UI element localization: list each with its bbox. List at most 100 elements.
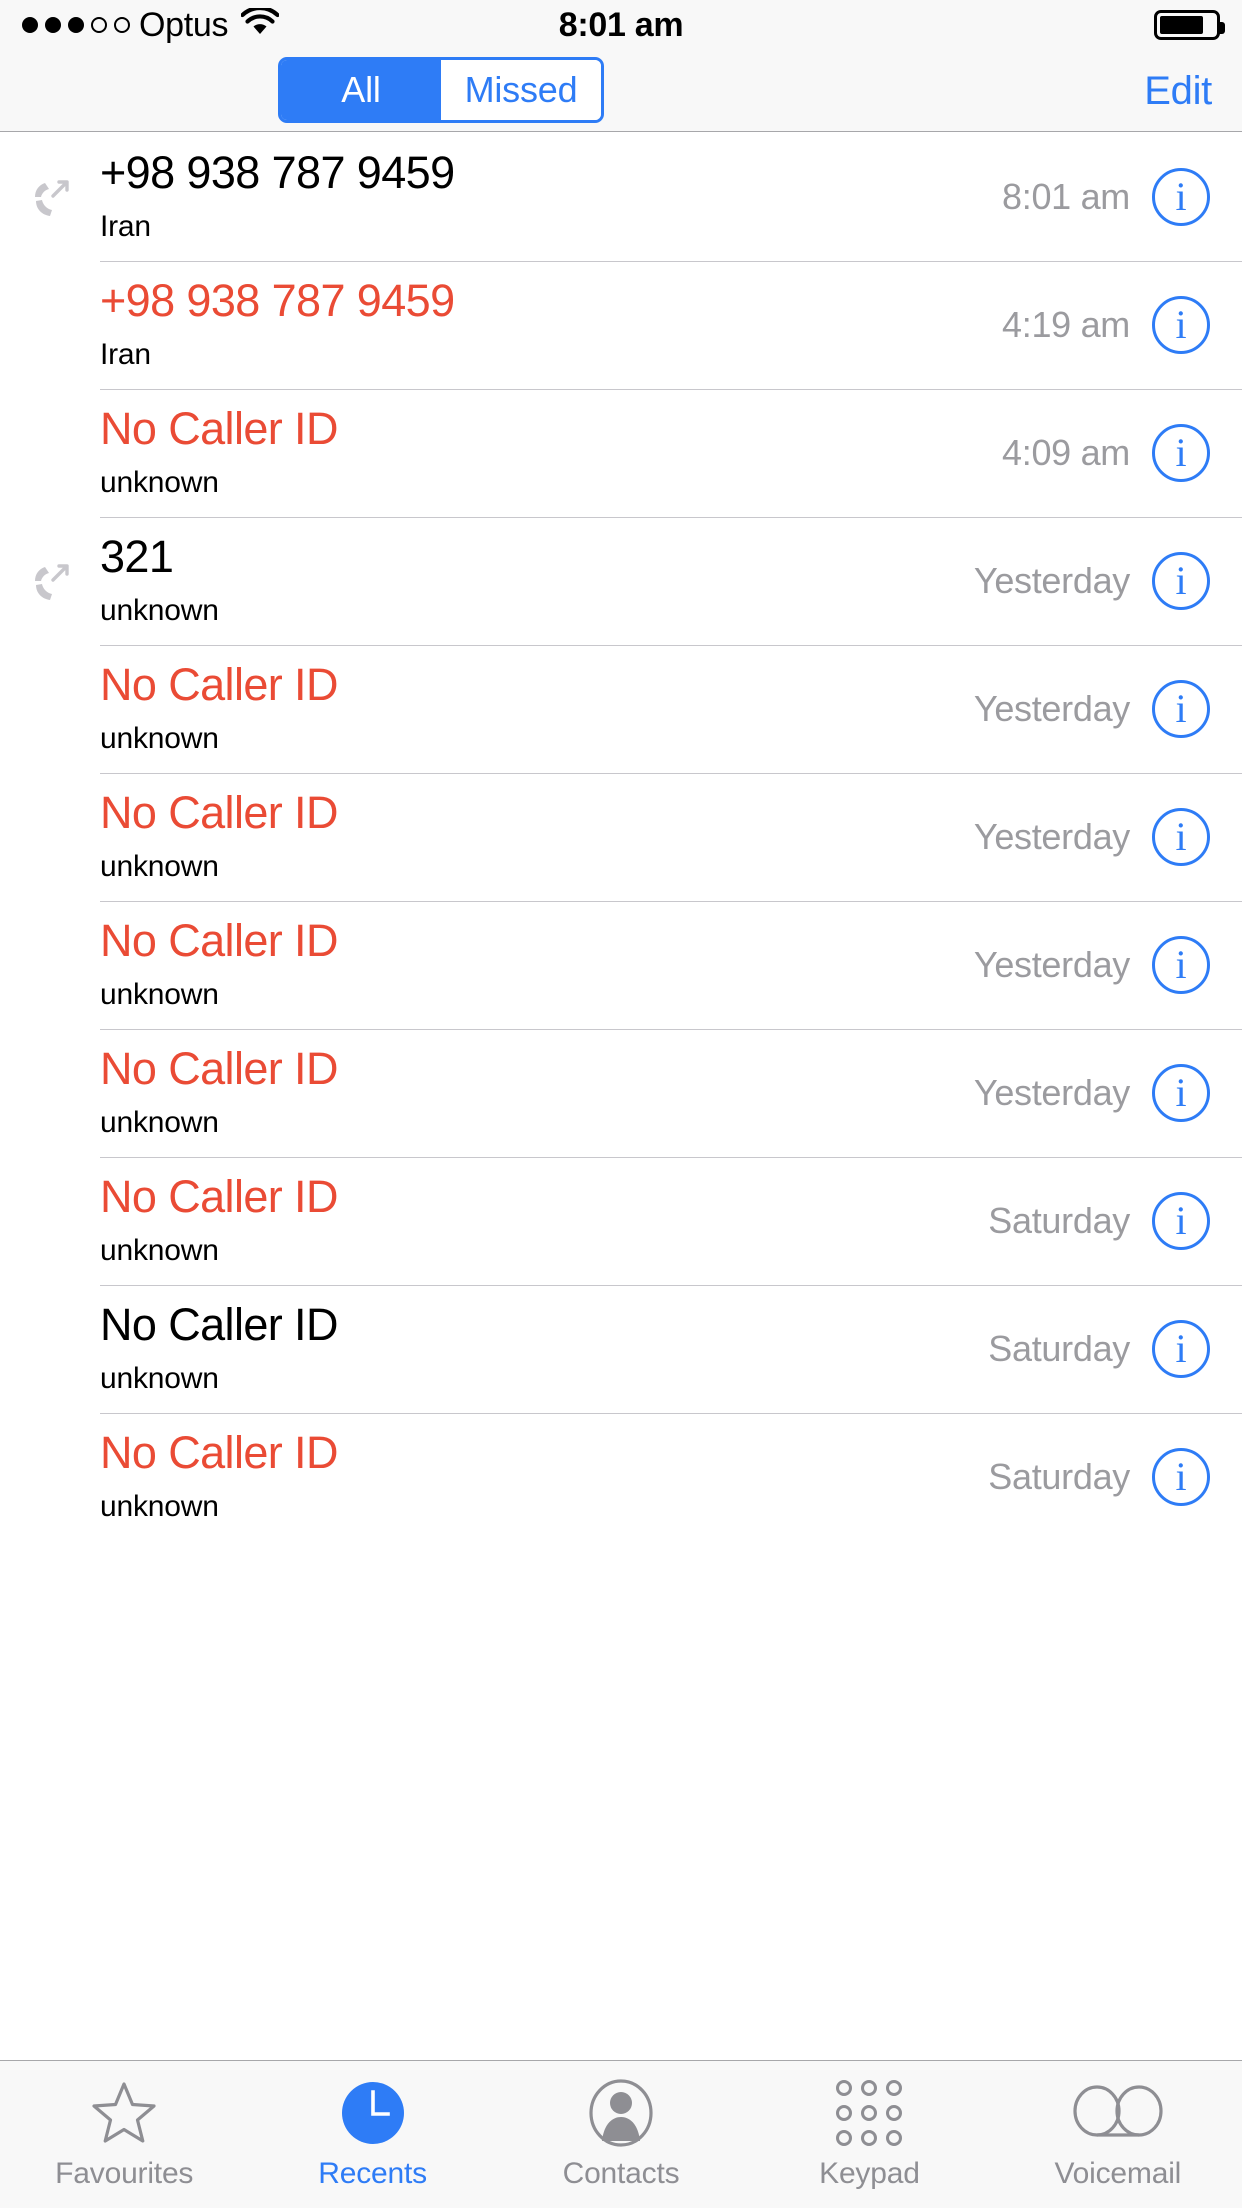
call-list-row[interactable]: +98 938 787 9459 Iran 4:19 am i	[0, 261, 1242, 389]
info-icon: i	[1175, 1326, 1187, 1371]
edit-button[interactable]: Edit	[1144, 50, 1212, 132]
call-row-subtitle: unknown	[100, 1105, 219, 1139]
tab-label-voicemail: Voicemail	[1054, 2156, 1182, 2190]
tab-voicemail[interactable]: Voicemail	[994, 2061, 1242, 2208]
call-row-subtitle: unknown	[100, 1361, 219, 1395]
call-row-subtitle: Iran	[100, 209, 151, 243]
call-direction-icon-empty	[0, 323, 100, 327]
call-row-text: +98 938 787 9459 Iran	[100, 149, 1002, 245]
call-row-time: Yesterday	[973, 1072, 1130, 1113]
call-info-button[interactable]: i	[1152, 168, 1210, 226]
call-direction-icon-empty	[0, 451, 100, 455]
call-direction-icon-empty	[0, 963, 100, 967]
call-row-title: +98 938 787 9459	[100, 147, 455, 199]
call-row-time: Saturday	[988, 1456, 1130, 1497]
keypad-icon	[836, 2079, 903, 2147]
tab-keypad[interactable]: Keypad	[745, 2061, 993, 2208]
recents-call-list[interactable]: +98 938 787 9459 Iran 8:01 am i +98 938 787 …	[0, 133, 1242, 2060]
call-list-row[interactable]: No Caller ID unknown Saturday i	[0, 1157, 1242, 1285]
call-row-subtitle: unknown	[100, 721, 219, 755]
call-direction-icon-empty	[0, 1475, 100, 1479]
call-row-subtitle: Iran	[100, 337, 151, 371]
call-row-title: No Caller ID	[100, 1043, 338, 1095]
tab-contacts[interactable]: Contacts	[497, 2061, 745, 2208]
call-row-time: Saturday	[988, 1328, 1130, 1369]
call-list-row[interactable]: No Caller ID unknown Saturday i	[0, 1413, 1242, 1541]
call-row-title: No Caller ID	[100, 915, 338, 967]
call-direction-icon-empty	[0, 707, 100, 711]
call-info-button[interactable]: i	[1152, 552, 1210, 610]
info-icon: i	[1175, 942, 1187, 987]
call-row-title: No Caller ID	[100, 659, 338, 711]
call-row-time: 4:19 am	[1002, 304, 1130, 345]
call-list-row[interactable]: 321 unknown Yesterday i	[0, 517, 1242, 645]
call-row-subtitle: unknown	[100, 465, 219, 499]
status-bar-clock: 8:01 am	[558, 5, 684, 44]
tab-label-favourites: Favourites	[55, 2156, 194, 2190]
call-list-row[interactable]: +98 938 787 9459 Iran 8:01 am i	[0, 133, 1242, 261]
call-info-button[interactable]: i	[1152, 424, 1210, 482]
call-row-time: Yesterday	[973, 816, 1130, 857]
info-icon: i	[1175, 1070, 1187, 1115]
call-row-subtitle: unknown	[100, 849, 219, 883]
call-info-button[interactable]: i	[1152, 808, 1210, 866]
call-row-text: No Caller ID unknown	[100, 1173, 988, 1269]
call-direction-icon-empty	[0, 835, 100, 839]
call-filter-segmented-control[interactable]: All Missed	[278, 57, 604, 123]
call-row-time: Yesterday	[973, 688, 1130, 729]
call-row-right: 8:01 am i	[1002, 168, 1242, 226]
call-row-time: 4:09 am	[1002, 432, 1130, 473]
tab-recents[interactable]: Recents	[248, 2061, 496, 2208]
call-info-button[interactable]: i	[1152, 680, 1210, 738]
call-row-title: No Caller ID	[100, 787, 338, 839]
call-row-right: 4:09 am i	[1002, 424, 1242, 482]
call-info-button[interactable]: i	[1152, 1064, 1210, 1122]
call-row-right: Yesterday i	[974, 680, 1242, 738]
call-list-row[interactable]: No Caller ID unknown Yesterday i	[0, 901, 1242, 1029]
call-info-button[interactable]: i	[1152, 1320, 1210, 1378]
call-row-subtitle: unknown	[100, 977, 219, 1011]
info-icon: i	[1175, 302, 1187, 347]
call-row-right: Saturday i	[988, 1448, 1242, 1506]
phone-recents-screen: Optus 8:01 am All Missed Edit +98 938 78…	[0, 0, 1242, 2208]
tab-favourites[interactable]: Favourites	[0, 2061, 248, 2208]
call-row-time: Yesterday	[973, 944, 1130, 985]
call-list-row[interactable]: No Caller ID unknown 4:09 am i	[0, 389, 1242, 517]
call-info-button[interactable]: i	[1152, 296, 1210, 354]
call-direction-icon-empty	[0, 1347, 100, 1351]
call-row-text: +98 938 787 9459 Iran	[100, 277, 1002, 373]
call-list-row[interactable]: No Caller ID unknown Yesterday i	[0, 773, 1242, 901]
call-row-title: No Caller ID	[100, 403, 338, 455]
call-row-time: Yesterday	[973, 560, 1130, 601]
info-icon: i	[1175, 686, 1187, 731]
call-info-button[interactable]: i	[1152, 1448, 1210, 1506]
call-row-right: Yesterday i	[974, 808, 1242, 866]
navigation-bar: All Missed Edit	[0, 50, 1242, 132]
outgoing-call-icon	[0, 171, 100, 223]
tab-label-contacts: Contacts	[562, 2156, 680, 2190]
tab-missed[interactable]: Missed	[441, 60, 601, 120]
call-row-text: 321 unknown	[100, 533, 974, 629]
call-row-text: No Caller ID unknown	[100, 405, 1002, 501]
call-info-button[interactable]: i	[1152, 1192, 1210, 1250]
call-row-subtitle: unknown	[100, 1489, 219, 1523]
call-row-title: No Caller ID	[100, 1427, 338, 1479]
call-row-text: No Caller ID unknown	[100, 1301, 988, 1397]
call-row-right: Saturday i	[988, 1320, 1242, 1378]
tab-label-recents: Recents	[318, 2156, 427, 2190]
call-list-row[interactable]: No Caller ID unknown Yesterday i	[0, 1029, 1242, 1157]
info-icon: i	[1175, 430, 1187, 475]
call-list-row[interactable]: No Caller ID unknown Yesterday i	[0, 645, 1242, 773]
call-row-time: 8:01 am	[1002, 176, 1130, 217]
call-row-time: Saturday	[988, 1200, 1130, 1241]
call-row-title: No Caller ID	[100, 1171, 338, 1223]
call-row-text: No Caller ID unknown	[100, 789, 974, 885]
clock-icon	[340, 2079, 406, 2147]
call-info-button[interactable]: i	[1152, 936, 1210, 994]
star-icon	[91, 2079, 157, 2147]
tab-all[interactable]: All	[281, 60, 441, 120]
call-list-row[interactable]: No Caller ID unknown Saturday i	[0, 1285, 1242, 1413]
call-row-text: No Caller ID unknown	[100, 1045, 974, 1141]
info-icon: i	[1175, 1454, 1187, 1499]
call-row-text: No Caller ID unknown	[100, 661, 974, 757]
